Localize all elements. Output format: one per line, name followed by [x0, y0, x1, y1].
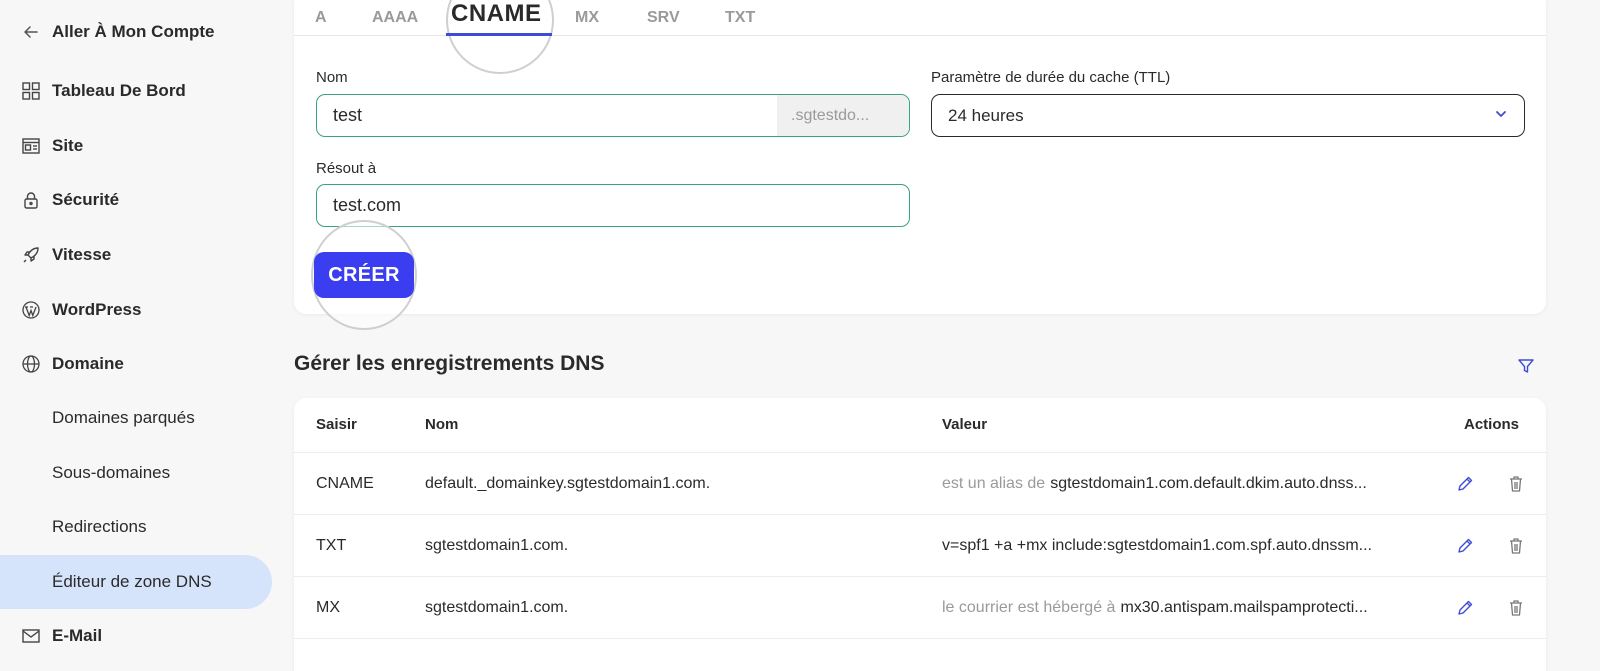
column-header-actions: Actions [1464, 416, 1520, 433]
column-header-value: Valeur [942, 416, 988, 433]
sidebar-item-security[interactable]: Sécurité [0, 178, 272, 222]
globe-icon [21, 354, 41, 374]
sidebar-item-email[interactable]: E-Mail [0, 614, 272, 658]
record-value-prefix: est un alias de [942, 475, 1046, 492]
sidebar-item-label: Domaine [52, 354, 124, 373]
record-type-tabs: A AAAA CNAME MX SRV TXT [294, 0, 1546, 74]
domain-suffix: .sgtestdo... [777, 95, 909, 136]
name-field-value: test [333, 105, 363, 125]
sidebar-item-label: E-Mail [52, 626, 103, 645]
resolves-to-value: test.com [333, 195, 402, 215]
sidebar-subitem-redirects[interactable]: Redirections [0, 500, 272, 554]
sidebar-item-label: WordPress [52, 300, 142, 319]
edit-icon[interactable] [1455, 536, 1475, 556]
record-value: est un alias de sgtestdomain1.com.defaul… [942, 453, 1367, 515]
record-name: default._domainkey.sgtestdomain1.com. [425, 475, 711, 492]
tab-cname[interactable]: CNAME [451, 0, 542, 32]
record-value-prefix: le courrier est hébergé à [942, 599, 1116, 616]
envelope-icon [21, 626, 41, 646]
tab-mx[interactable]: MX [575, 0, 599, 36]
tab-srv[interactable]: SRV [647, 0, 680, 36]
sidebar-item-label: Site [52, 136, 84, 155]
edit-icon[interactable] [1455, 598, 1475, 618]
sidebar-subitem-dns-zone-editor[interactable]: Éditeur de zone DNS [0, 555, 272, 609]
wordpress-icon [21, 300, 41, 320]
record-value: le courrier est hébergé à mx30.antispam.… [942, 577, 1368, 639]
sidebar-item-domain[interactable]: Domaine [0, 342, 272, 386]
delete-icon[interactable] [1506, 536, 1526, 556]
back-to-account-link[interactable]: Aller À Mon Compte [0, 10, 272, 54]
site-layout-icon [21, 136, 41, 156]
tab-txt[interactable]: TXT [725, 0, 755, 36]
record-type: TXT [316, 537, 347, 554]
sidebar-subitem-subdomains[interactable]: Sous-domaines [0, 446, 272, 500]
record-value-text: mx30.antispam.mailspamprotecti... [1120, 599, 1368, 616]
resolves-to-label: Résout à [316, 160, 377, 177]
tab-aaaa[interactable]: AAAA [372, 0, 418, 36]
sidebar-item-dashboard[interactable]: Tableau De Bord [0, 69, 272, 113]
ttl-label: Paramètre de durée du cache (TTL) [931, 69, 1171, 86]
record-value-text: sgtestdomain1.com.default.dkim.auto.dnss… [1050, 475, 1367, 492]
resolves-to-field[interactable]: test.com [316, 184, 910, 227]
name-field[interactable]: test .sgtestdo... [316, 94, 910, 137]
section-title: Gérer les enregistrements DNS [294, 352, 605, 375]
sidebar-item-speed[interactable]: Vitesse [0, 233, 272, 277]
sidebar: Aller À Mon Compte Tableau De Bord Site … [0, 0, 294, 671]
dashboard-grid-icon [21, 81, 41, 101]
sidebar-item-label: Vitesse [52, 245, 112, 264]
table-row: CNAME default._domainkey.sgtestdomain1.c… [294, 452, 1546, 514]
column-header-type: Saisir [316, 416, 357, 433]
record-name: sgtestdomain1.com. [425, 599, 569, 616]
active-tab-indicator [446, 33, 552, 36]
column-header-name: Nom [425, 416, 459, 433]
chevron-down-icon [1494, 106, 1508, 126]
tab-a[interactable]: A [315, 0, 327, 36]
lock-icon [21, 190, 41, 210]
record-name: sgtestdomain1.com. [425, 537, 569, 554]
delete-icon[interactable] [1506, 474, 1526, 494]
table-row: TXT sgtestdomain1.com. v=spf1 +a +mx inc… [294, 514, 1546, 576]
create-record-card: A AAAA CNAME MX SRV TXT Nom test .sgtest… [294, 0, 1546, 330]
arrow-left-icon [21, 22, 41, 42]
filter-icon[interactable] [1516, 356, 1536, 376]
rocket-icon [21, 245, 41, 265]
record-value: v=spf1 +a +mx include:sgtestdomain1.com.… [942, 515, 1372, 577]
table-row [294, 638, 1546, 671]
delete-icon[interactable] [1506, 598, 1526, 618]
record-type: MX [316, 599, 340, 616]
record-type: CNAME [316, 475, 374, 492]
sidebar-subitem-parked-domains[interactable]: Domaines parqués [0, 391, 272, 445]
ttl-select-value: 24 heures [948, 105, 1024, 125]
table-row: MX sgtestdomain1.com. le courrier est hé… [294, 576, 1546, 638]
ttl-select[interactable]: 24 heures [931, 94, 1525, 137]
name-label: Nom [316, 69, 348, 86]
sidebar-item-site[interactable]: Site [0, 124, 272, 168]
sidebar-item-wordpress[interactable]: WordPress [0, 288, 272, 332]
create-button[interactable]: CRÉER [314, 252, 414, 298]
record-value-text: v=spf1 +a +mx include:sgtestdomain1.com.… [942, 537, 1372, 554]
sidebar-item-label: Sécurité [52, 190, 120, 209]
sidebar-subitem-label: Redirections [52, 517, 147, 536]
dns-records-table: Saisir Nom Valeur Actions CNAME default.… [294, 398, 1546, 671]
sidebar-subitem-label: Sous-domaines [52, 463, 171, 482]
back-to-account-label: Aller À Mon Compte [52, 22, 215, 41]
sidebar-subitem-label: Domaines parqués [52, 408, 195, 427]
sidebar-subitem-label: Éditeur de zone DNS [52, 572, 212, 591]
sidebar-item-label: Tableau De Bord [52, 81, 186, 100]
edit-icon[interactable] [1455, 474, 1475, 494]
